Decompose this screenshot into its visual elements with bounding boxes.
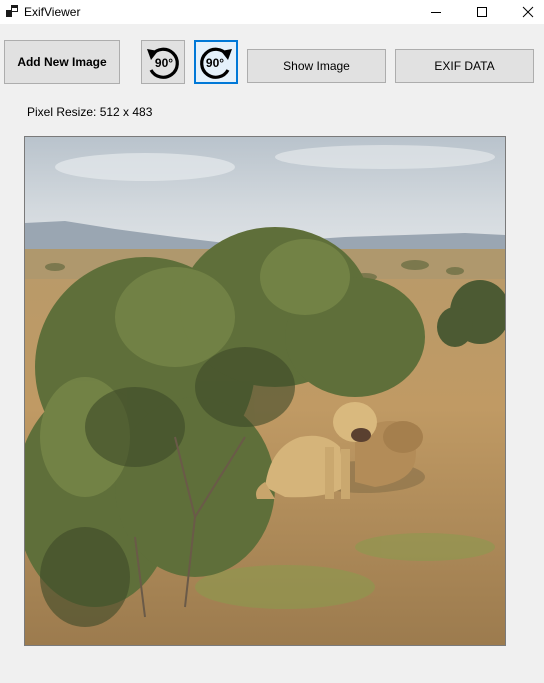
rotate-clockwise-icon: 90°: [200, 47, 232, 79]
maximize-button[interactable]: [459, 0, 505, 24]
close-icon: [522, 6, 534, 18]
add-new-image-button[interactable]: Add New Image: [4, 40, 120, 84]
rotate-right-label: 90°: [206, 56, 224, 70]
window-title: ExifViewer: [24, 5, 81, 19]
rotate-left-button[interactable]: 90°: [141, 40, 185, 84]
exif-data-button[interactable]: EXIF DATA: [395, 49, 534, 83]
close-button[interactable]: [505, 0, 544, 24]
app-window-icon: [6, 5, 18, 17]
maximize-icon: [477, 7, 487, 17]
pixel-resize-label: Pixel Resize: 512 x 483: [27, 105, 153, 119]
lions-savanna-photo: [25, 137, 505, 645]
show-image-button[interactable]: Show Image: [247, 49, 386, 83]
minimize-button[interactable]: [413, 0, 459, 24]
image-preview: [24, 136, 506, 646]
title-bar[interactable]: ExifViewer: [0, 0, 544, 24]
rotate-right-button[interactable]: 90°: [194, 40, 238, 84]
main-form: Add New Image 90° 90° Show Image EXIF DA…: [0, 24, 544, 683]
minimize-icon: [431, 12, 441, 13]
rotate-counterclockwise-icon: 90°: [147, 47, 179, 79]
rotate-left-label: 90°: [155, 56, 173, 70]
